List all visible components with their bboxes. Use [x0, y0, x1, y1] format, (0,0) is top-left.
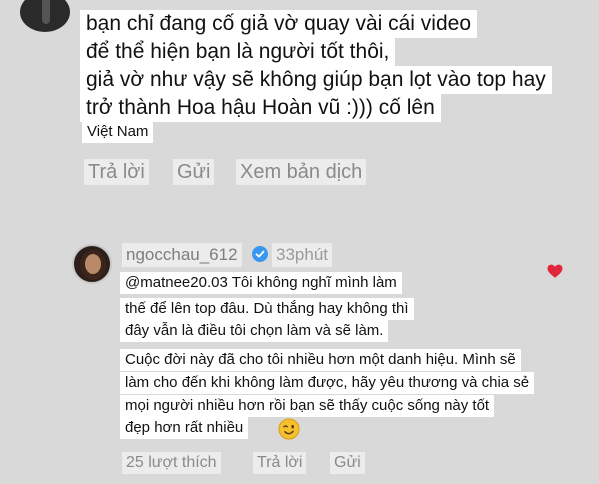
reply-text-line: mọi người nhiều hơn rồi bạn sẽ thấy cuộc…	[120, 395, 495, 417]
avatar-face	[85, 254, 101, 274]
reply-timestamp: 33phút	[272, 243, 332, 267]
reply-username[interactable]: ngocchau_612	[122, 243, 242, 267]
reply-text-line: @matnee20.03 Tôi không nghĩ mình làm	[120, 272, 402, 294]
location-label: Việt Nam	[82, 121, 154, 143]
heart-icon[interactable]	[546, 262, 564, 280]
reply-text-line: Cuộc đời này đã cho tôi nhiều hơn một da…	[120, 349, 521, 371]
verified-badge-icon	[252, 246, 268, 262]
likes-count[interactable]: 25 lượt thích	[122, 452, 221, 474]
see-translation-button[interactable]: Xem bản dịch	[236, 159, 367, 185]
avatar-figure	[42, 0, 50, 24]
comment-text-line: bạn chỉ đang cố giả vờ quay vài cái vide…	[80, 10, 478, 38]
reply-button[interactable]: Trả lời	[84, 159, 149, 185]
commenter-avatar[interactable]	[20, 0, 70, 32]
reply-text-line: thế để lên top đâu. Dù thắng hay không t…	[120, 298, 414, 320]
wink-emoji-icon	[278, 418, 300, 440]
send-button[interactable]: Gửi	[330, 452, 365, 474]
comment-text-line: để thể hiện bạn là người tốt thôi,	[80, 38, 396, 66]
send-button[interactable]: Gửi	[173, 159, 215, 185]
reply-button[interactable]: Trả lời	[253, 452, 307, 474]
comment-text-line: trở thành Hoa hậu Hoàn vũ :))) cố lên	[80, 94, 441, 122]
reply-text-line: đây vẫn là điều tôi chọn làm và sẽ làm.	[120, 320, 389, 342]
comment-text-line: giả vờ như vậy sẽ không giúp bạn lọt vào…	[80, 66, 552, 94]
reply-text-line: làm cho đến khi không làm được, hãy yêu …	[120, 372, 535, 394]
reply-avatar[interactable]	[72, 244, 112, 284]
reply-text-line: đẹp hơn rất nhiều	[120, 417, 249, 439]
